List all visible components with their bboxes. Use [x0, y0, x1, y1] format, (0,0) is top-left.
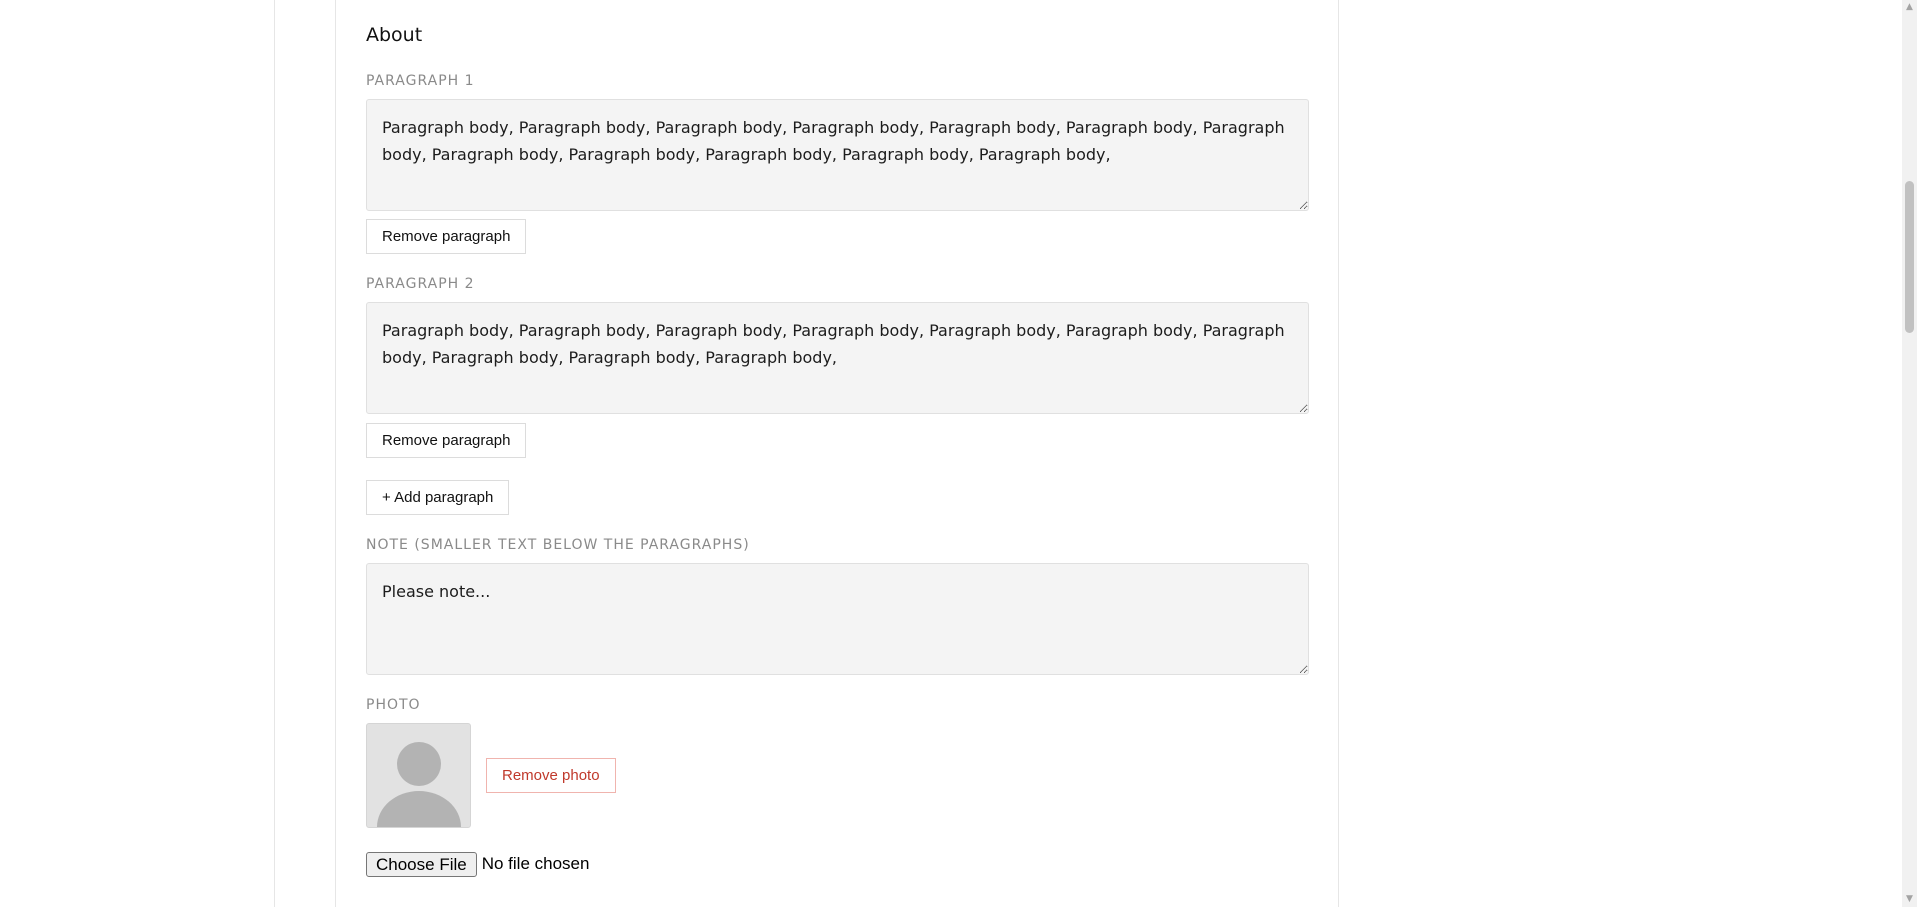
person-silhouette-icon [377, 742, 461, 827]
remove-paragraph-1-button[interactable]: Remove paragraph [366, 219, 527, 254]
remove-photo-button[interactable]: Remove photo [486, 758, 616, 793]
avatar [366, 723, 471, 828]
add-paragraph-button[interactable]: + Add paragraph [366, 480, 510, 515]
scroll-up-arrow-icon[interactable]: ▲ [1902, 0, 1917, 15]
scrollbar[interactable]: ▲ ▼ [1902, 0, 1917, 907]
scroll-down-arrow-icon[interactable]: ▼ [1902, 892, 1917, 907]
note-textarea[interactable]: Please note... [366, 563, 1309, 675]
choose-file-button[interactable]: Choose File [366, 851, 477, 877]
paragraph-2-label: Paragraph 2 [366, 276, 475, 292]
scroll-thumb[interactable] [1905, 181, 1914, 333]
paragraph-1-textarea[interactable]: Paragraph body, Paragraph body, Paragrap… [366, 99, 1309, 211]
paragraph-1-label: Paragraph 1 [366, 73, 475, 89]
note-label: Note (smaller text below the paragraphs) [366, 537, 750, 553]
file-input: Choose File No file chosen [366, 851, 589, 877]
paragraph-2-textarea[interactable]: Paragraph body, Paragraph body, Paragrap… [366, 302, 1309, 414]
section-title: About [366, 24, 423, 46]
file-status: No file chosen [481, 854, 590, 873]
remove-paragraph-2-button[interactable]: Remove paragraph [366, 423, 527, 458]
photo-label: Photo [366, 697, 421, 713]
